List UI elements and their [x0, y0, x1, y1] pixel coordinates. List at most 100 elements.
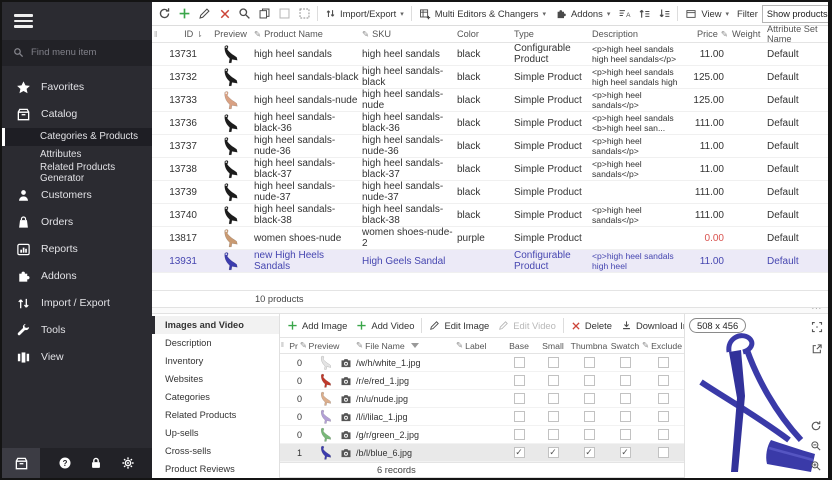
column-header-price[interactable]: Price✎ — [682, 29, 732, 40]
sidebar-item-tools[interactable]: Tools — [2, 317, 152, 344]
edit-image-button[interactable]: Edit Image — [425, 316, 493, 335]
small-checkbox[interactable] — [548, 447, 559, 458]
thumbnail-checkbox[interactable] — [584, 429, 595, 440]
search-button[interactable] — [235, 4, 254, 23]
column-header-type[interactable]: Type — [514, 29, 592, 39]
image-row[interactable]: 0 /r/e/red_1.jpg — [280, 372, 684, 390]
store-button[interactable] — [2, 448, 40, 478]
open-in-window-button[interactable] — [809, 341, 824, 356]
small-checkbox[interactable] — [548, 429, 559, 440]
thumbnail-checkbox[interactable] — [584, 357, 595, 368]
column-header-description[interactable]: Description — [592, 29, 682, 39]
settings-button[interactable] — [121, 456, 135, 470]
move-up-button[interactable] — [635, 4, 654, 23]
image-row[interactable]: 0 /n/u/nude.jpg — [280, 390, 684, 408]
detail-tab[interactable]: Related Products — [152, 406, 279, 424]
detail-tab[interactable]: Up-sells — [152, 424, 279, 442]
exclude-checkbox[interactable] — [658, 393, 669, 404]
detail-tab[interactable]: Categories — [152, 388, 279, 406]
image-row[interactable]: 1 /b/l/blue_6.jpg — [280, 444, 684, 462]
small-checkbox[interactable] — [548, 411, 559, 422]
panel-splitter[interactable] — [152, 307, 828, 314]
swatch-checkbox[interactable] — [620, 447, 631, 458]
swatch-checkbox[interactable] — [620, 429, 631, 440]
column-header-attribute-set[interactable]: Attribute Set Name — [767, 24, 828, 44]
image-size-field[interactable]: 508 x 456 — [689, 318, 746, 333]
sidebar-item-favorites[interactable]: Favorites — [2, 74, 152, 101]
swatch-checkbox[interactable] — [620, 393, 631, 404]
small-checkbox[interactable] — [548, 357, 559, 368]
exclude-checkbox[interactable] — [658, 411, 669, 422]
image-row[interactable]: 0 /g/r/green_2.jpg — [280, 426, 684, 444]
sidebar-subitem[interactable]: Categories & Products — [2, 128, 152, 146]
base-checkbox[interactable] — [514, 447, 525, 458]
column-header-sku[interactable]: ✎SKU — [362, 29, 457, 40]
column-header-file-name[interactable]: ✎File Name — [356, 340, 456, 351]
small-checkbox[interactable] — [548, 393, 559, 404]
product-row[interactable]: 13931 new High Heels Sandals High Geels … — [152, 250, 828, 273]
thumbnail-checkbox[interactable] — [584, 447, 595, 458]
delete-button[interactable] — [215, 4, 234, 23]
swatch-checkbox[interactable] — [620, 411, 631, 422]
product-row[interactable]: 13736 high heel sandals-black-36 high he… — [152, 112, 828, 135]
column-header-exclude[interactable]: ✎Exclude — [642, 340, 684, 351]
copy-button[interactable] — [255, 4, 274, 23]
search-input[interactable] — [31, 47, 131, 58]
sidebar-item-customers[interactable]: Customers — [2, 182, 152, 209]
thumbnail-checkbox[interactable] — [584, 411, 595, 422]
detail-tab[interactable]: Product Reviews — [152, 460, 279, 478]
exclude-checkbox[interactable] — [658, 447, 669, 458]
detail-tab[interactable]: Websites — [152, 370, 279, 388]
base-checkbox[interactable] — [514, 429, 525, 440]
thumbnail-checkbox[interactable] — [584, 393, 595, 404]
small-checkbox[interactable] — [548, 375, 559, 386]
product-row[interactable]: 13817 women shoes-nude women shoes-nude-… — [152, 227, 828, 250]
view-menu[interactable]: View▾ — [681, 4, 733, 23]
sidebar-item-view[interactable]: View — [2, 344, 152, 371]
detail-tab[interactable]: Description — [152, 334, 279, 352]
sidebar-search[interactable] — [2, 40, 152, 66]
rotate-button[interactable] — [808, 418, 823, 433]
column-header-color[interactable]: Color — [457, 29, 514, 39]
horizontal-scrollbar-track[interactable] — [280, 477, 684, 478]
sidebar-subitem[interactable]: Related Products Generator — [2, 164, 152, 182]
sidebar-item-addons[interactable]: Addons — [2, 263, 152, 290]
column-header-base[interactable]: Base — [502, 341, 536, 351]
column-header-id[interactable]: ID⇂ — [165, 29, 207, 39]
zoom-in-button[interactable] — [808, 458, 823, 473]
detail-tab[interactable]: Images and Video — [152, 316, 279, 334]
font-settings-button[interactable]: A — [615, 4, 634, 23]
sidebar-item-reports[interactable]: Reports — [2, 236, 152, 263]
multi-editors-menu[interactable]: Multi Editors & Changers▾ — [415, 4, 550, 23]
lock-button[interactable] — [89, 456, 103, 470]
swatch-checkbox[interactable] — [620, 357, 631, 368]
base-checkbox[interactable] — [514, 411, 525, 422]
import-export-menu[interactable]: Import/Export▾ — [321, 4, 408, 23]
column-header-weight[interactable]: Weight — [732, 29, 767, 39]
column-header-small[interactable]: Small — [536, 341, 570, 351]
column-header-thumbnail[interactable]: Thumbna — [570, 341, 608, 351]
column-header-preview[interactable]: Preview — [207, 29, 254, 39]
exclude-checkbox[interactable] — [658, 375, 669, 386]
swatch-checkbox[interactable] — [620, 375, 631, 386]
product-row[interactable]: 13738 high heel sandals-black-37 high he… — [152, 158, 828, 181]
detail-tab[interactable]: Inventory — [152, 352, 279, 370]
product-row[interactable]: 13732 high heel sandals-black high heel … — [152, 66, 828, 89]
delete-image-button[interactable]: Delete — [567, 316, 616, 335]
add-image-button[interactable]: Add Image — [283, 316, 351, 335]
column-header-swatch[interactable]: Swatch — [608, 341, 642, 351]
exclude-checkbox[interactable] — [658, 429, 669, 440]
hamburger-menu-icon[interactable] — [2, 2, 152, 38]
edit-button[interactable] — [195, 4, 214, 23]
column-header-name[interactable]: ✎Product Name — [254, 29, 362, 40]
select-none-button[interactable] — [295, 4, 314, 23]
column-header-priority[interactable]: Pr✎ — [288, 340, 308, 351]
product-row[interactable]: 13737 high heel sandals-nude-36 high hee… — [152, 135, 828, 158]
add-video-button[interactable]: Add Video — [352, 316, 418, 335]
add-button[interactable] — [175, 4, 194, 23]
edit-video-button[interactable]: Edit Video — [494, 316, 560, 335]
base-checkbox[interactable] — [514, 375, 525, 386]
sidebar-item-catalog[interactable]: Catalog — [2, 101, 152, 128]
product-row[interactable]: 13740 high heel sandals-black-38 high he… — [152, 204, 828, 227]
product-row[interactable]: 13733 high heel sandals-nude high heel s… — [152, 89, 828, 112]
